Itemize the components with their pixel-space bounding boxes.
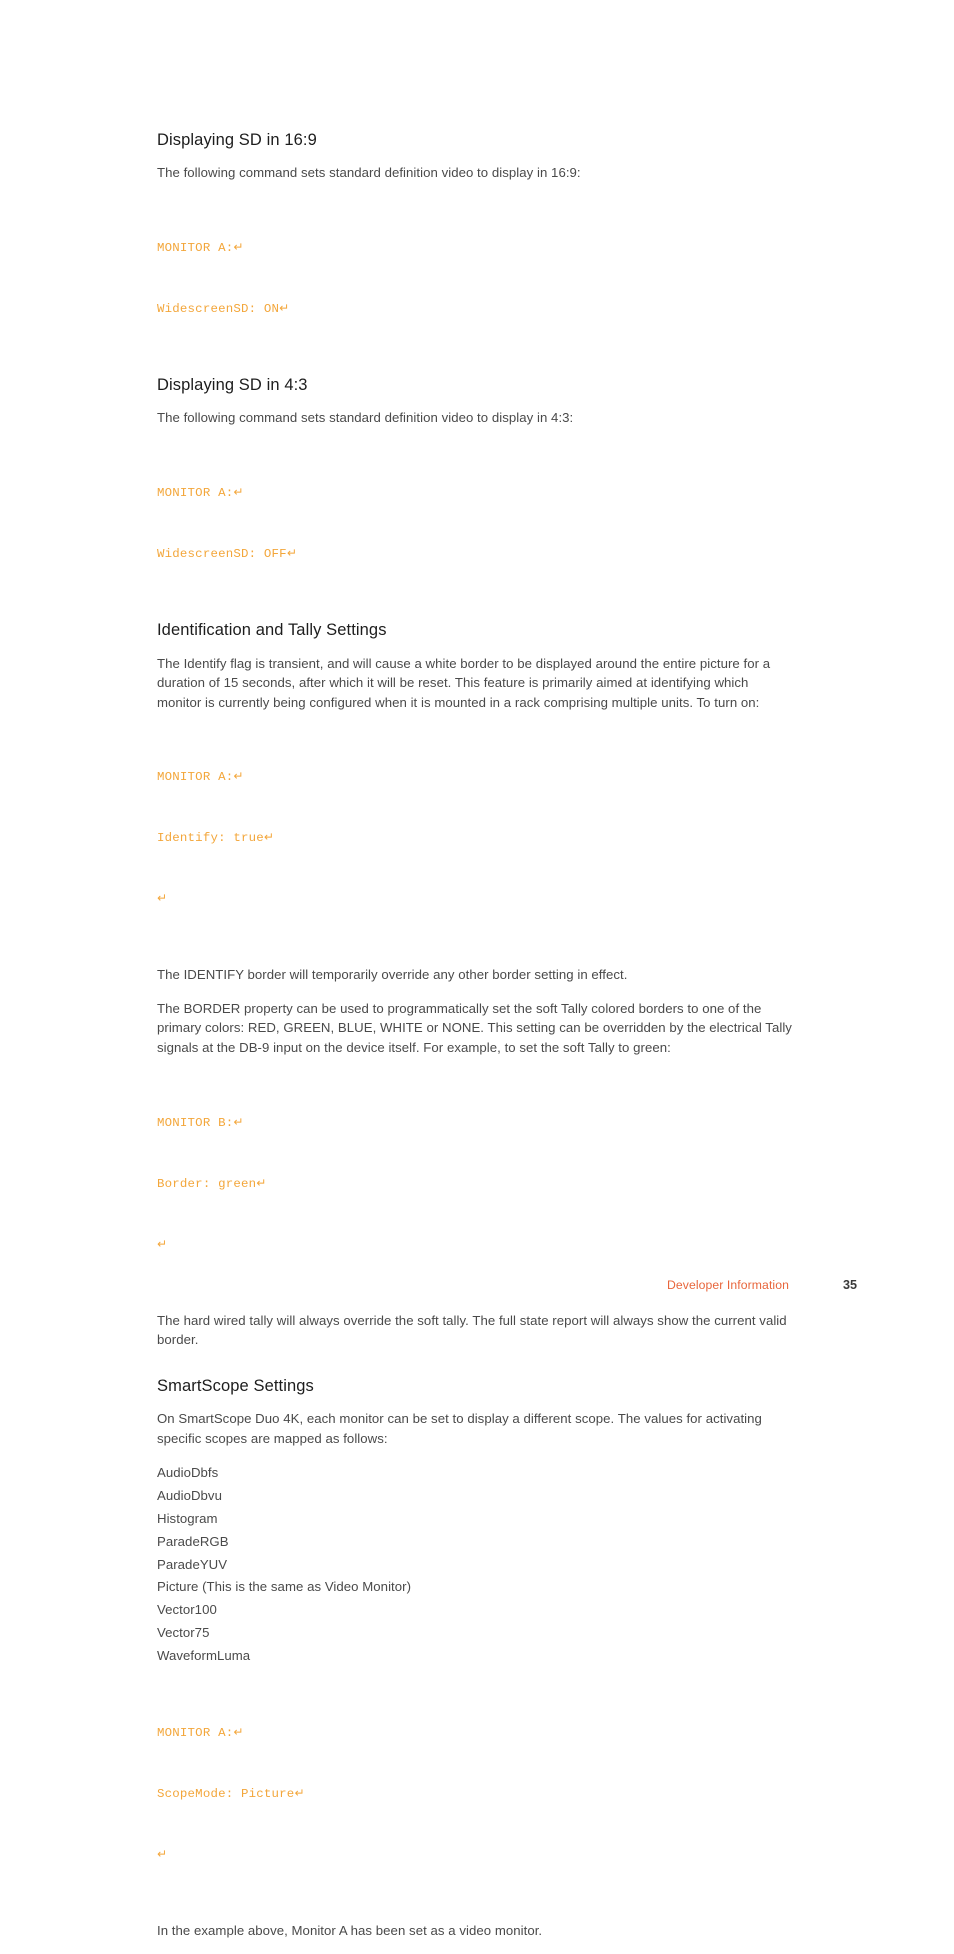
heading-smartscope-settings: SmartScope Settings — [157, 1376, 314, 1395]
paragraph-hard-wired-tally: The hard wired tally will always overrid… — [157, 1312, 787, 1348]
return-icon: ↵ — [263, 830, 275, 845]
return-icon: ↵ — [233, 1114, 244, 1129]
return-icon: ↵ — [233, 485, 244, 500]
code-text: Identify: true — [157, 831, 264, 846]
paragraph-border-property: The BORDER property can be used to progr… — [157, 1000, 792, 1056]
code-line: ↵ — [157, 1844, 795, 1865]
code-block-border-green: MONITOR B:↵ Border: green↵ ↵ — [157, 1072, 795, 1295]
list-item: Vector100 — [157, 1602, 217, 1618]
return-icon: ↵ — [256, 1175, 267, 1190]
code-text: ScopeMode: Picture — [157, 1786, 295, 1801]
list-item: Histogram — [157, 1511, 218, 1527]
code-text: MONITOR A: — [157, 241, 234, 256]
heading-identification-tally: Identification and Tally Settings — [157, 621, 387, 640]
document-page-content: Displaying SD in 16:9 The following comm… — [157, 130, 795, 1954]
return-icon: ↵ — [286, 546, 298, 561]
list-item: WaveformLuma — [157, 1647, 251, 1663]
code-line: MONITOR A:↵ — [157, 482, 795, 503]
list-item: AudioDbvu — [157, 1488, 222, 1504]
footer-section-link[interactable]: Developer Information — [667, 1278, 789, 1292]
page-number: 35 — [842, 1278, 857, 1292]
return-icon: ↵ — [233, 240, 244, 255]
code-line: Identify: true↵ — [157, 827, 795, 848]
return-icon: ↵ — [294, 1785, 305, 1800]
code-line: WidescreenSD: ON↵ — [157, 298, 795, 319]
list-item: AudioDbfs — [157, 1465, 219, 1481]
return-icon: ↵ — [279, 301, 290, 316]
paragraph-identify-border-override: The IDENTIFY border will temporarily ove… — [157, 967, 628, 983]
code-text: MONITOR A: — [157, 770, 234, 785]
list-item: ParadeRGB — [157, 1533, 229, 1549]
code-block-identify-true: MONITOR A:↵ Identify: true↵ ↵ — [157, 726, 795, 949]
code-block-widescreen-on: MONITOR A:↵ WidescreenSD: ON↵ — [157, 197, 795, 359]
code-text: MONITOR A: — [157, 486, 234, 501]
code-block-widescreen-off: MONITOR A:↵ WidescreenSD: OFF↵ — [157, 442, 795, 604]
code-line: ScopeMode: Picture↵ — [157, 1783, 795, 1804]
list-item: Picture (This is the same as Video Monit… — [157, 1579, 412, 1595]
return-icon: ↵ — [157, 891, 168, 906]
scope-values-list: AudioDbfs AudioDbvu Histogram ParadeRGB … — [157, 1462, 795, 1667]
code-block-scopemode-picture: MONITOR A:↵ ScopeMode: Picture↵ ↵ — [157, 1682, 795, 1905]
code-text: WidescreenSD: OFF — [157, 547, 287, 562]
paragraph-displaying-sd-4-3: The following command sets standard defi… — [157, 410, 574, 426]
return-icon: ↵ — [157, 1236, 168, 1251]
code-line: MONITOR A:↵ — [157, 766, 795, 787]
paragraph-identify-flag: The Identify flag is transient, and will… — [157, 655, 771, 710]
code-line: MONITOR A:↵ — [157, 1722, 795, 1743]
code-text: MONITOR B: — [157, 1115, 234, 1130]
page-footer: Developer Information 35 — [157, 1278, 857, 1296]
list-item: ParadeYUV — [157, 1556, 228, 1572]
paragraph-displaying-sd-16-9: The following command sets standard defi… — [157, 165, 581, 181]
return-icon: ↵ — [233, 1724, 244, 1739]
code-line: ↵ — [157, 888, 795, 909]
heading-displaying-sd-16-9: Displaying SD in 16:9 — [157, 131, 317, 149]
paragraph-example-summary: In the example above, Monitor A has been… — [157, 1922, 543, 1938]
return-icon: ↵ — [157, 1846, 168, 1861]
heading-displaying-sd-4-3: Displaying SD in 4:3 — [157, 376, 308, 395]
code-text: WidescreenSD: ON — [157, 302, 280, 317]
code-line: Border: green↵ — [157, 1173, 795, 1194]
code-line: MONITOR B:↵ — [157, 1112, 795, 1133]
return-icon: ↵ — [233, 769, 244, 784]
paragraph-smartscope-intro: On SmartScope Duo 4K, each monitor can b… — [157, 1411, 762, 1446]
code-line: MONITOR A:↵ — [157, 237, 795, 258]
code-line: ↵ — [157, 1234, 795, 1255]
list-item: Vector75 — [157, 1625, 210, 1641]
code-line: WidescreenSD: OFF↵ — [157, 543, 795, 564]
code-text: MONITOR A: — [157, 1725, 234, 1740]
code-text: Border: green — [157, 1176, 257, 1191]
